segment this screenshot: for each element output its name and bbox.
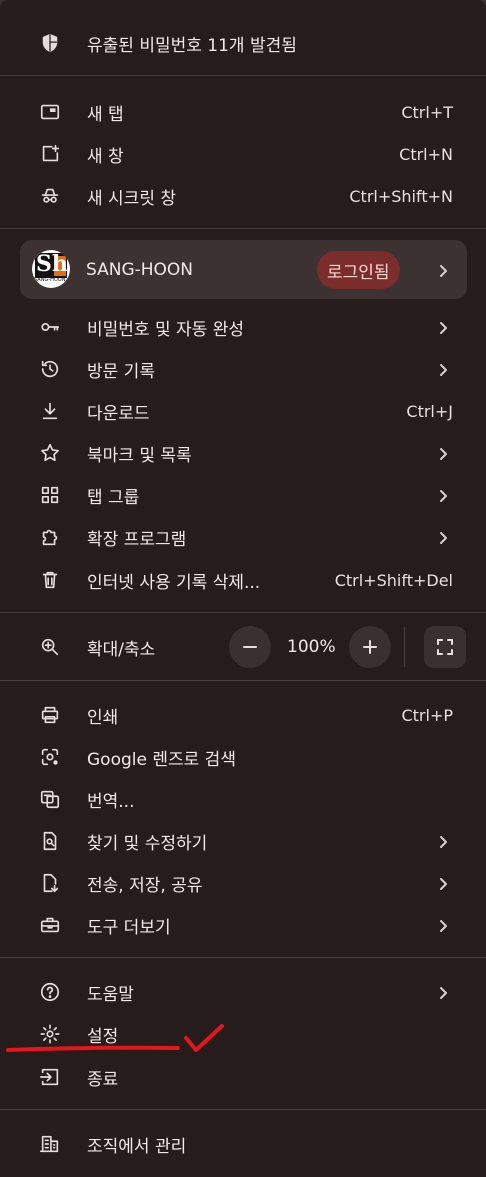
new-window-icon: [37, 141, 63, 167]
chevron-right-icon: [436, 362, 450, 376]
clear-browsing-data-shortcut: Ctrl+Shift+Del: [334, 570, 453, 590]
managed-by-org-label: 조직에서 관리: [87, 1136, 187, 1157]
tab-icon: [37, 99, 63, 125]
downloads-shortcut: Ctrl+J: [406, 401, 453, 421]
leaked-passwords-item[interactable]: 유출된 비밀번호 11개 발견됨: [0, 22, 486, 64]
find-page-icon: [37, 828, 63, 854]
grid-icon: [37, 482, 63, 508]
clear-browsing-data-label: 인터넷 사용 기록 삭제...: [87, 572, 261, 593]
extensions-item[interactable]: 확장 프로그램: [0, 516, 486, 558]
passwords-autofill-label: 비밀번호 및 자동 완성: [87, 319, 244, 340]
divider: [0, 680, 486, 681]
divider: [0, 957, 486, 958]
new-window-item[interactable]: 새 창 Ctrl+N: [0, 133, 486, 175]
chevron-right-icon: [436, 320, 450, 334]
more-tools-item[interactable]: 도구 더보기: [0, 904, 486, 946]
help-icon: [37, 979, 63, 1005]
chevron-right-icon: [436, 263, 450, 277]
cast-save-share-label: 전송, 저장, 공유: [87, 875, 203, 896]
avatar: Sh SANG-HOON: [32, 250, 70, 288]
zoom-separator: [404, 627, 405, 667]
download-icon: [37, 398, 63, 424]
exit-item[interactable]: 종료: [0, 1056, 486, 1098]
profile-name: SANG-HOON: [86, 260, 194, 280]
translate-item[interactable]: 번역...: [0, 778, 486, 820]
chevron-right-icon: [436, 834, 450, 848]
clear-browsing-data-item[interactable]: 인터넷 사용 기록 삭제... Ctrl+Shift+Del: [0, 559, 486, 601]
key-icon: [37, 314, 63, 340]
help-label: 도움말: [87, 984, 134, 1005]
print-shortcut: Ctrl+P: [401, 705, 453, 725]
cast-save-share-item[interactable]: 전송, 저장, 공유: [0, 862, 486, 904]
history-item[interactable]: 방문 기록: [0, 348, 486, 390]
new-window-label: 새 창: [87, 146, 124, 167]
zoom-icon: [37, 634, 63, 660]
new-incognito-label: 새 시크릿 창: [87, 188, 177, 209]
puzzle-icon: [37, 524, 63, 550]
new-incognito-shortcut: Ctrl+Shift+N: [349, 186, 453, 206]
print-item[interactable]: 인쇄 Ctrl+P: [0, 694, 486, 736]
avatar-logo-text: Sh: [36, 251, 68, 277]
divider: [0, 75, 486, 76]
new-tab-item[interactable]: 새 탭 Ctrl+T: [0, 91, 486, 133]
divider: [0, 612, 486, 613]
help-item[interactable]: 도움말: [0, 971, 486, 1013]
chevron-right-icon: [436, 918, 450, 932]
incognito-icon: [37, 183, 63, 209]
chevron-right-icon: [436, 488, 450, 502]
history-icon: [37, 356, 63, 382]
translate-label: 번역...: [87, 791, 135, 812]
new-tab-shortcut: Ctrl+T: [401, 102, 453, 122]
lens-icon: [37, 744, 63, 770]
divider: [0, 228, 486, 229]
zoom-row: 확대/축소 100%: [0, 626, 486, 668]
bookmarks-label: 북마크 및 목록: [87, 445, 192, 466]
chevron-right-icon: [436, 876, 450, 890]
more-tools-label: 도구 더보기: [87, 917, 171, 938]
divider: [0, 1109, 486, 1110]
zoom-out-button[interactable]: [229, 626, 271, 668]
downloads-label: 다운로드: [87, 403, 150, 424]
downloads-item[interactable]: 다운로드 Ctrl+J: [0, 390, 486, 432]
extensions-label: 확장 프로그램: [87, 529, 187, 550]
history-label: 방문 기록: [87, 361, 155, 382]
new-tab-label: 새 탭: [87, 104, 124, 125]
star-icon: [37, 440, 63, 466]
google-lens-label: Google 렌즈로 검색: [87, 749, 236, 770]
tab-groups-label: 탭 그룹: [87, 487, 140, 508]
google-lens-item[interactable]: Google 렌즈로 검색: [0, 736, 486, 778]
managed-by-org-item[interactable]: 조직에서 관리: [0, 1123, 486, 1165]
zoom-in-button[interactable]: [349, 626, 391, 668]
toolbox-icon: [37, 912, 63, 938]
chevron-right-icon: [436, 446, 450, 460]
printer-icon: [37, 702, 63, 728]
find-edit-label: 찾기 및 수정하기: [87, 833, 208, 854]
building-icon: [37, 1131, 63, 1157]
chevron-right-icon: [436, 530, 450, 544]
signed-in-badge: 로그인됨: [317, 251, 400, 289]
exit-icon: [37, 1064, 63, 1090]
exit-label: 종료: [87, 1069, 119, 1090]
zoom-label: 확대/축소: [87, 639, 156, 660]
fullscreen-button[interactable]: [424, 626, 466, 668]
zoom-value: 100%: [287, 637, 336, 657]
chrome-menu: 유출된 비밀번호 11개 발견됨 새 탭 Ctrl+T 새 창 Ctrl+N 새…: [0, 0, 486, 1177]
shield-icon: [37, 30, 63, 56]
find-edit-item[interactable]: 찾기 및 수정하기: [0, 820, 486, 862]
translate-icon: [37, 786, 63, 812]
tab-groups-item[interactable]: 탭 그룹: [0, 474, 486, 516]
chevron-right-icon: [436, 985, 450, 999]
trash-icon: [37, 567, 63, 593]
print-label: 인쇄: [87, 707, 119, 728]
file-share-icon: [37, 870, 63, 896]
annotation-checkmark: [6, 1024, 224, 1052]
profile-card[interactable]: Sh SANG-HOON SANG-HOON 로그인됨: [20, 240, 467, 299]
passwords-autofill-item[interactable]: 비밀번호 및 자동 완성: [0, 306, 486, 348]
new-window-shortcut: Ctrl+N: [399, 144, 453, 164]
bookmarks-item[interactable]: 북마크 및 목록: [0, 432, 486, 474]
avatar-logo-subtext: SANG-HOON: [34, 277, 66, 283]
leaked-passwords-label: 유출된 비밀번호 11개 발견됨: [87, 35, 297, 56]
new-incognito-item[interactable]: 새 시크릿 창 Ctrl+Shift+N: [0, 175, 486, 217]
